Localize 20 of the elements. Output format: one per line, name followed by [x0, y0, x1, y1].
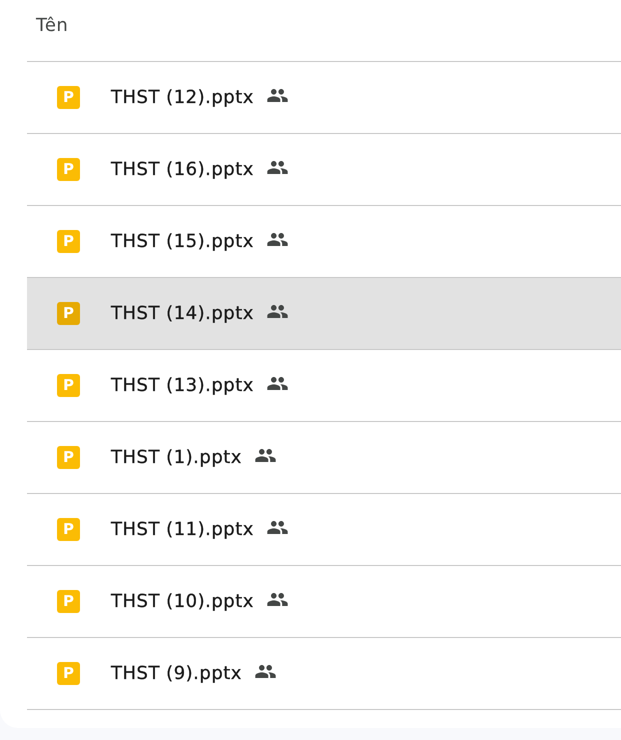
- slides-file-icon: P: [57, 158, 80, 181]
- slides-file-icon: P: [57, 374, 80, 397]
- slides-file-icon: P: [57, 86, 80, 109]
- file-name: THST (14).pptx: [111, 303, 254, 324]
- file-name: THST (11).pptx: [111, 519, 254, 540]
- file-name: THST (10).pptx: [111, 591, 254, 612]
- slides-file-icon: P: [57, 446, 80, 469]
- slides-file-icon: P: [57, 518, 80, 541]
- file-name: THST (13).pptx: [111, 375, 254, 396]
- file-row[interactable]: P THST (14).pptx: [27, 278, 621, 350]
- column-header[interactable]: Tên: [36, 15, 68, 36]
- file-name: THST (15).pptx: [111, 231, 254, 252]
- file-name: THST (12).pptx: [111, 87, 254, 108]
- slides-file-icon: P: [57, 590, 80, 613]
- file-name: THST (9).pptx: [111, 663, 242, 684]
- slides-file-icon: P: [57, 302, 80, 325]
- file-name: THST (16).pptx: [111, 159, 254, 180]
- file-name: THST (1).pptx: [111, 447, 242, 468]
- slides-file-icon: P: [57, 230, 80, 253]
- slides-file-icon: P: [57, 662, 80, 685]
